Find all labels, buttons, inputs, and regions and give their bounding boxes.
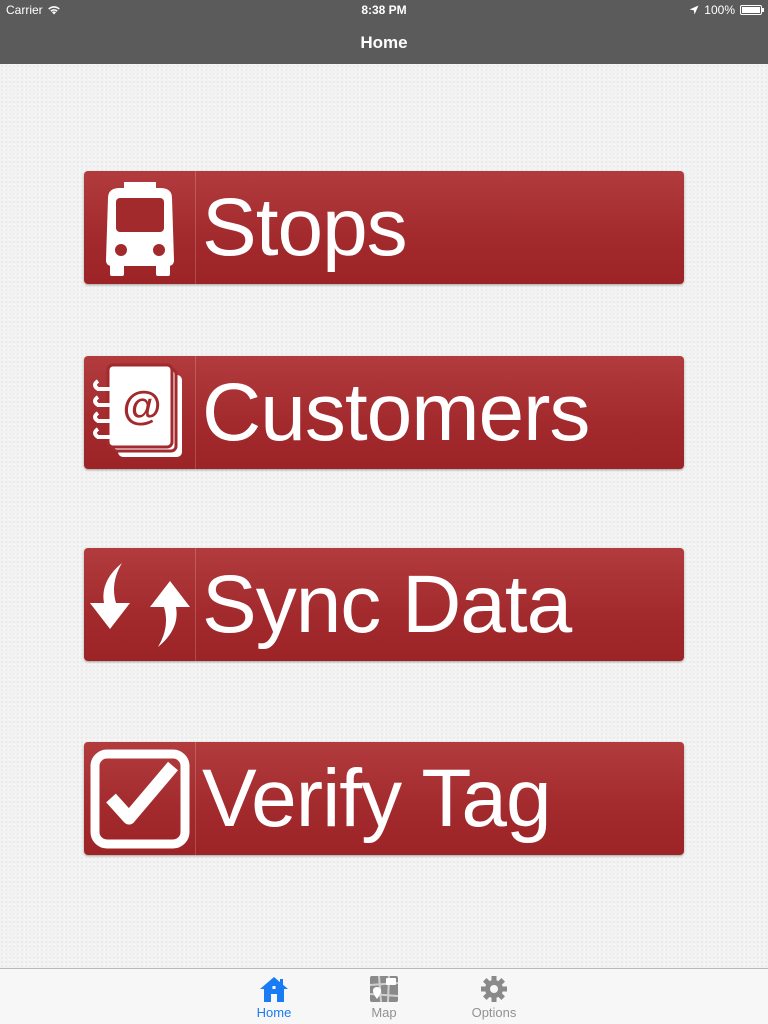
tab-bar: Home Map Options xyxy=(0,968,768,1024)
checkbox-icon xyxy=(84,742,196,855)
map-icon xyxy=(369,975,399,1003)
verify-tag-label: Verify Tag xyxy=(202,753,552,844)
sync-data-label: Sync Data xyxy=(202,559,572,650)
page-title: Home xyxy=(360,33,408,52)
status-time: 8:38 PM xyxy=(361,3,407,17)
sync-arrows-icon xyxy=(84,548,196,661)
stops-label: Stops xyxy=(202,182,408,273)
tab-options[interactable]: Options xyxy=(459,973,529,1023)
status-bar: Carrier 8:38 PM 100% xyxy=(0,0,768,20)
tab-home-label: Home xyxy=(256,1005,292,1020)
tab-map[interactable]: Map xyxy=(349,973,419,1023)
home-icon xyxy=(260,977,288,1002)
stops-button[interactable]: Stops xyxy=(84,171,684,284)
gear-icon xyxy=(481,976,507,1002)
verify-tag-button[interactable]: Verify Tag xyxy=(84,742,684,855)
location-arrow-icon xyxy=(689,5,699,15)
tab-options-label: Options xyxy=(471,1005,517,1020)
sync-data-button[interactable]: Sync Data xyxy=(84,548,684,661)
svg-text:@: @ xyxy=(122,384,161,428)
address-book-icon: @ xyxy=(84,356,196,469)
tab-map-label: Map xyxy=(371,1005,397,1020)
customers-label: Customers xyxy=(202,367,590,458)
battery-icon xyxy=(740,5,764,15)
navigation-bar: Home xyxy=(0,20,768,64)
tab-home[interactable]: Home xyxy=(239,973,309,1023)
bus-icon xyxy=(84,171,196,284)
battery-percent: 100% xyxy=(704,3,735,17)
customers-button[interactable]: @ Customers xyxy=(84,356,684,469)
status-right: 100% xyxy=(689,3,764,17)
